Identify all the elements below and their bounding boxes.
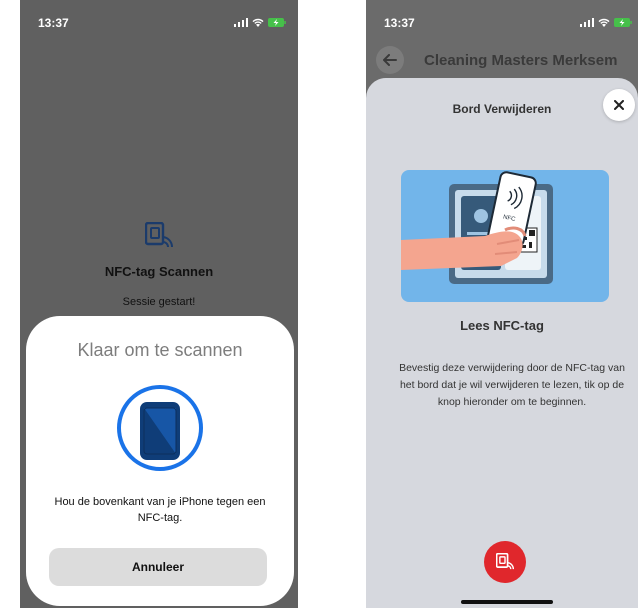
nfc-scan-icon <box>496 553 514 570</box>
scan-sheet: Klaar om te scannen Hou de bovenkant van… <box>26 316 294 606</box>
signal-icon <box>580 18 594 27</box>
battery-charging-icon <box>614 18 632 27</box>
right-screen: 13:37 Cleaning Masters Merksem Bord Verw… <box>366 0 638 608</box>
session-status: Sessie gestart! <box>122 296 196 308</box>
left-screen: 13:37 NFC-tag Scannen Sessie gestart! Kl… <box>20 0 298 608</box>
status-bar: 13:37 <box>20 14 298 34</box>
close-icon <box>614 100 624 110</box>
status-icons <box>580 18 632 27</box>
status-time: 13:37 <box>384 16 415 30</box>
remove-board-modal: Bord Verwijderen NFC Lees NFC-tag Bevest… <box>366 78 638 608</box>
cancel-button[interactable]: Annuleer <box>49 548 267 586</box>
battery-charging-icon <box>268 18 286 27</box>
nfc-tap-illustration: NFC <box>401 170 609 302</box>
wifi-icon <box>598 18 610 27</box>
modal-description: Bevestig deze verwijdering door de NFC-t… <box>399 362 625 408</box>
wifi-icon <box>252 18 264 27</box>
scan-instruction: Hou de bovenkant van je iPhone tegen een… <box>54 496 266 524</box>
status-bar: 13:37 <box>366 14 638 34</box>
signal-icon <box>234 18 248 27</box>
home-indicator <box>461 600 553 604</box>
status-time: 13:37 <box>38 16 69 30</box>
back-arrow-icon <box>383 54 397 66</box>
close-button[interactable] <box>603 89 635 121</box>
phone-scan-icon <box>117 385 203 471</box>
header-title: Cleaning Masters Merksem <box>424 52 618 69</box>
page-title: NFC-tag Scannen <box>104 264 214 279</box>
back-button[interactable] <box>376 46 404 74</box>
nfc-logo-icon <box>145 222 173 248</box>
modal-title: Bord Verwijderen <box>452 102 552 116</box>
status-icons <box>234 18 286 27</box>
sheet-title: Klaar om te scannen <box>77 340 243 360</box>
read-nfc-heading: Lees NFC-tag <box>460 318 544 333</box>
scan-nfc-button[interactable] <box>484 541 526 583</box>
